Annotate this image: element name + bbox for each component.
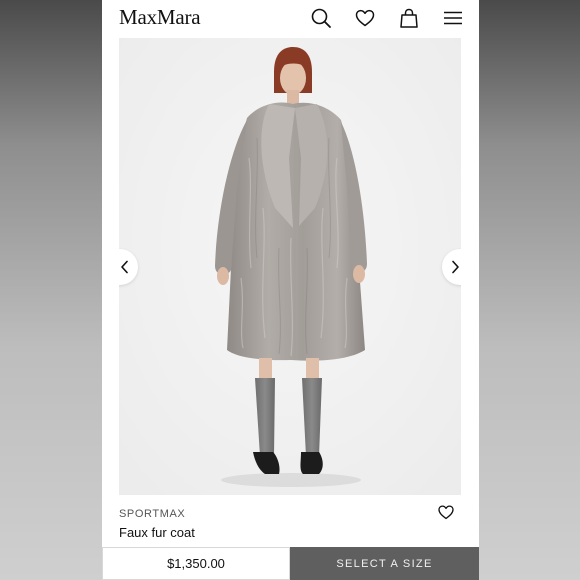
product-name: Faux fur coat <box>119 525 195 540</box>
brand-logo[interactable]: MaxMara <box>119 5 201 30</box>
heart-outline-icon[interactable] <box>437 503 455 521</box>
product-photo <box>119 38 461 495</box>
background-right <box>479 0 580 580</box>
product-price: $1,350.00 <box>102 547 290 580</box>
product-brand: SPORTMAX <box>119 508 186 520</box>
heart-icon[interactable] <box>354 7 376 29</box>
purchase-bar: $1,350.00 SELECT A SIZE <box>102 547 479 580</box>
background-left <box>0 0 102 580</box>
product-page: MaxMara SPORTMAX Faux fur coat $1,350.00… <box>102 0 479 580</box>
search-icon[interactable] <box>310 7 332 29</box>
select-size-button[interactable]: SELECT A SIZE <box>290 547 479 580</box>
chevron-left-icon <box>121 260 128 274</box>
hamburger-menu-icon[interactable] <box>442 7 464 29</box>
shopping-bag-icon[interactable] <box>398 7 420 29</box>
chevron-right-icon <box>452 260 459 274</box>
site-header: MaxMara <box>102 0 479 38</box>
product-image-gallery[interactable] <box>119 38 461 495</box>
